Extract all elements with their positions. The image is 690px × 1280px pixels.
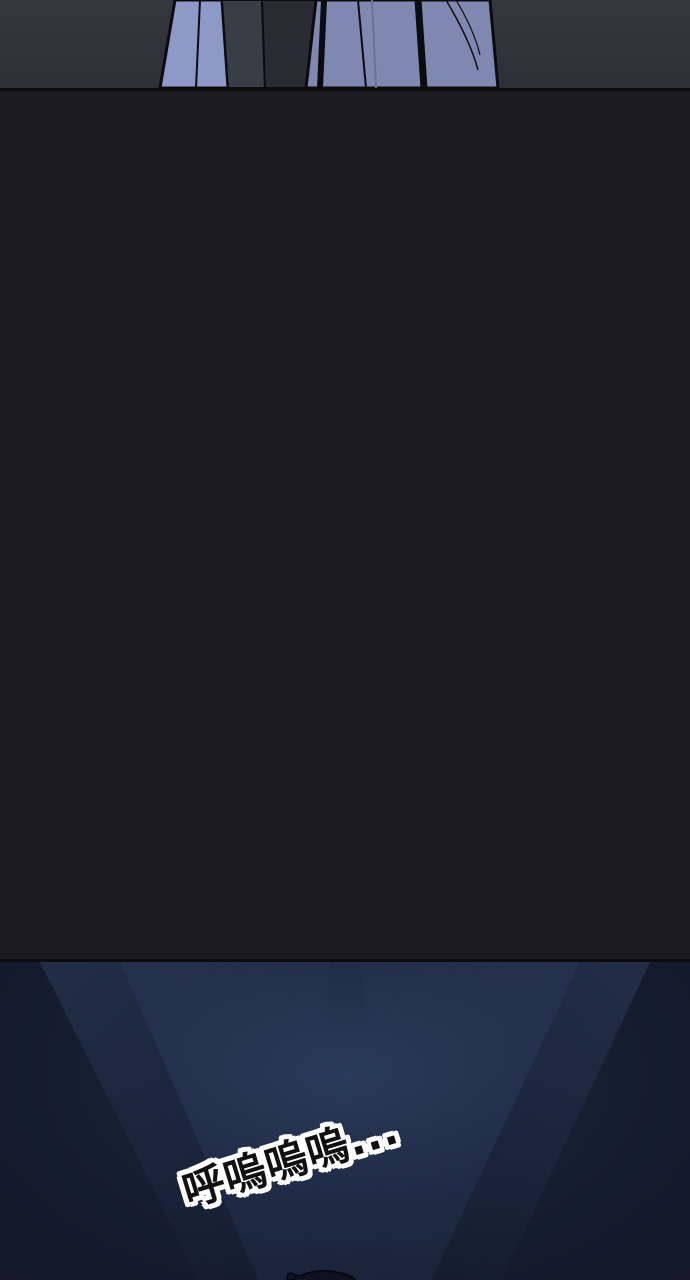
figure-legs-icon	[158, 0, 500, 88]
panel-gutter	[0, 91, 690, 959]
panel-top	[0, 0, 690, 91]
comic-page: 呼嗚嗚嗚...	[0, 0, 690, 1280]
